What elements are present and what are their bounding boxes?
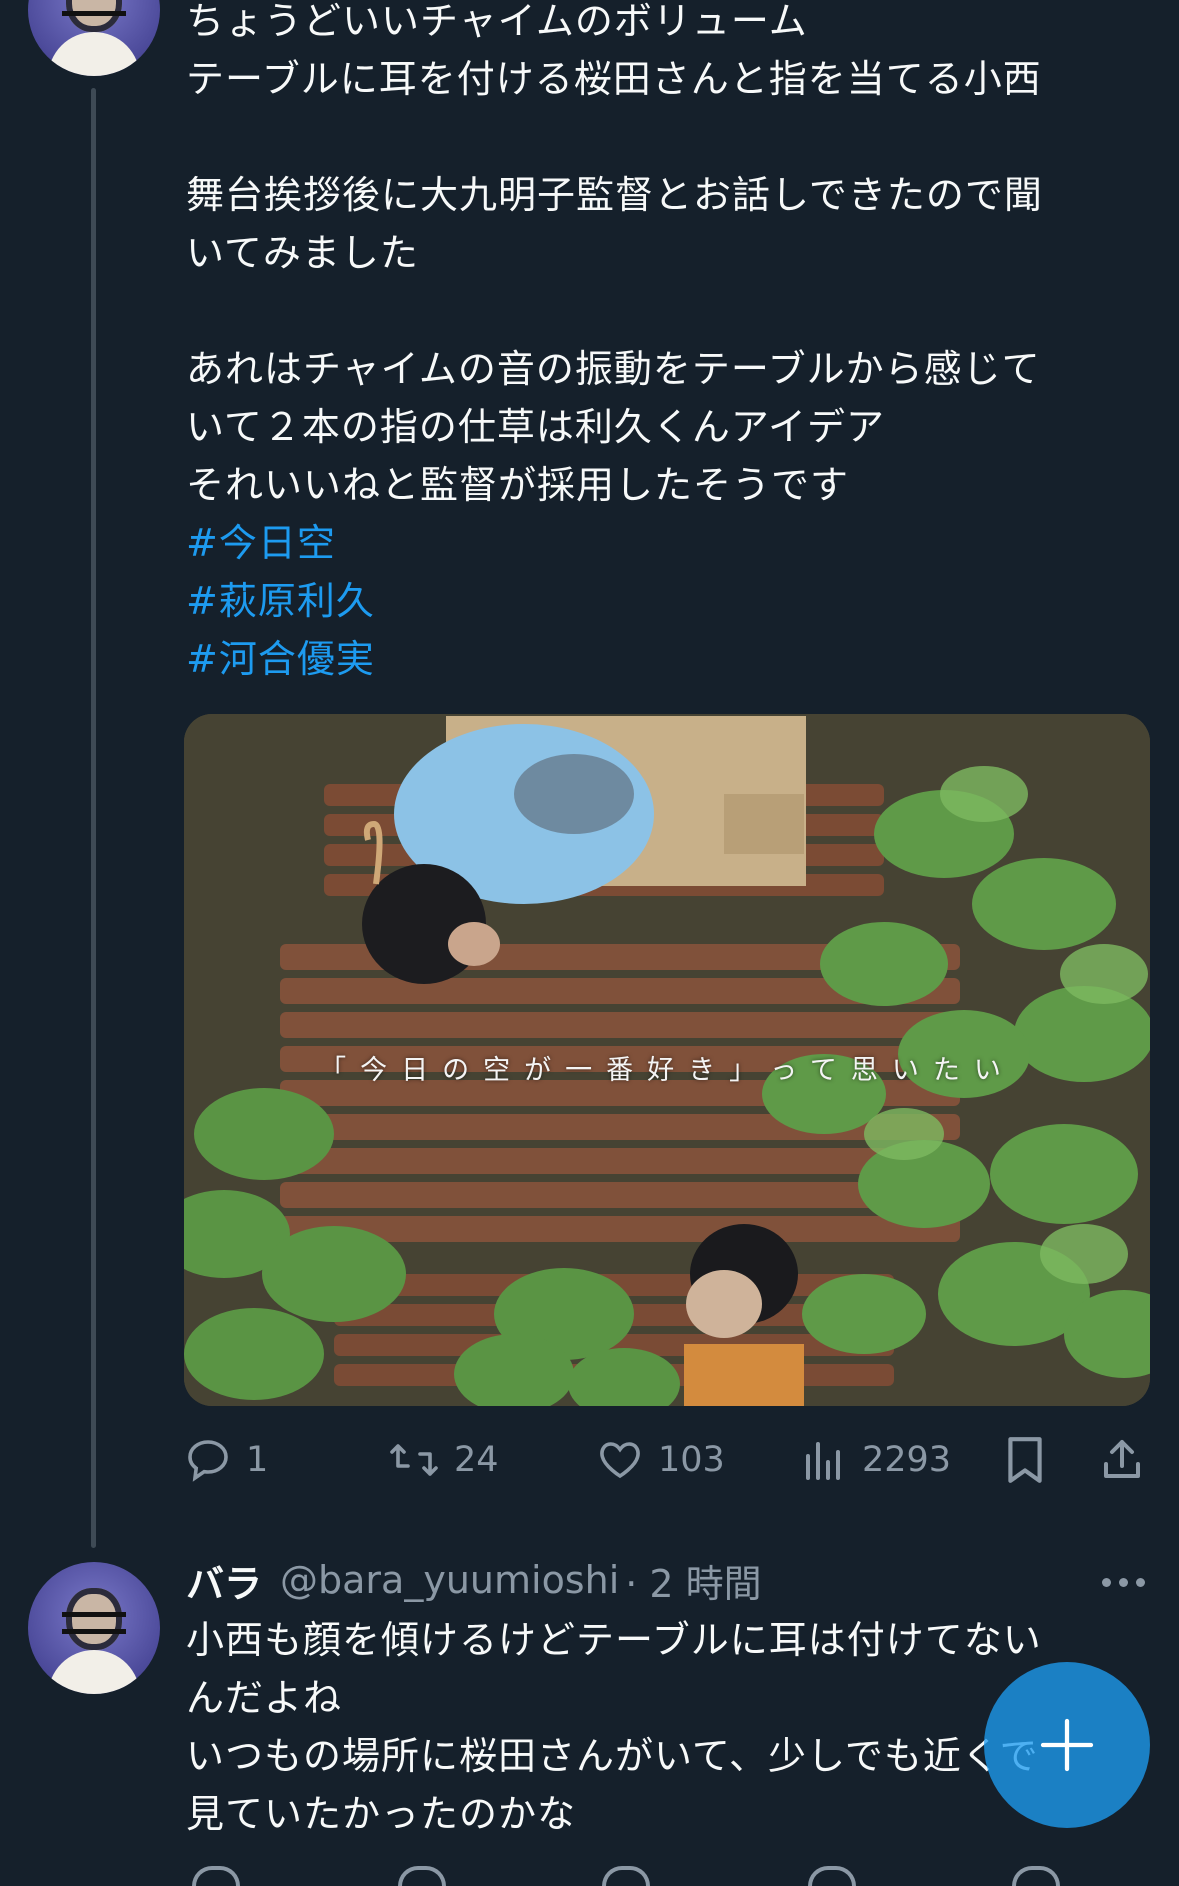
next-tweet-action-bar-partial (184, 1866, 1150, 1886)
tweet-line (186, 108, 1126, 166)
bookmark-button[interactable] (1002, 1434, 1048, 1486)
compose-button[interactable] (984, 1662, 1150, 1828)
tweet-line: いて２本の指の仕草は利久くんアイデア (186, 405, 885, 449)
reply-icon (188, 1440, 228, 1482)
avatar[interactable] (28, 0, 160, 76)
bookmark-icon[interactable] (1012, 1866, 1060, 1886)
views-button[interactable]: 2293 (800, 1434, 951, 1486)
avatar-glasses (62, 1612, 126, 1634)
avatar-shirt (48, 1650, 140, 1694)
tweet-line: ちょうどいいチャイムのボリューム (186, 0, 808, 43)
avatar[interactable] (28, 1562, 160, 1694)
tweet-line: んだよね (186, 1676, 343, 1720)
avatar-shirt (48, 32, 140, 76)
more-dot (1119, 1578, 1128, 1587)
heart-icon[interactable] (602, 1866, 650, 1886)
like-count: 103 (658, 1440, 725, 1480)
reply-icon[interactable] (192, 1866, 240, 1886)
more-dot (1136, 1578, 1145, 1587)
image-caption-text: 「今日の空が一番好き」って思いたい (319, 1055, 1015, 1086)
tweet-line: あれはチャイムの音の振動をテーブルから感じて (186, 347, 1041, 391)
views-chart-icon[interactable] (808, 1866, 856, 1886)
tweet-line (186, 282, 1126, 340)
tweet-line: 小西も顔を傾けるけどテーブルに耳は付けてない (186, 1618, 1042, 1662)
heart-icon (600, 1442, 640, 1479)
bookmark-icon (1008, 1437, 1042, 1483)
retweet-icon (390, 1444, 438, 1476)
reply-button[interactable]: 1 (184, 1434, 268, 1486)
retweet-icon[interactable] (398, 1866, 446, 1886)
more-options-button[interactable] (1102, 1578, 1145, 1587)
like-button[interactable]: 103 (596, 1434, 725, 1486)
user-handle[interactable]: @bara_yuumioshi (280, 1558, 619, 1602)
share-icon (1104, 1440, 1140, 1478)
share-button[interactable] (1098, 1434, 1146, 1486)
tweet-line: 見ていたかったのかな (186, 1792, 577, 1836)
views-count: 2293 (862, 1440, 952, 1480)
tweet-text: ちょうどいいチャイムのボリューム テーブルに耳を付ける桜田さんと指を当てる小西 … (186, 0, 1126, 688)
tweet-header: バラ @bara_yuumioshi · 2 時間 (186, 1552, 762, 1608)
avatar-glasses (62, 0, 126, 16)
hashtag-link[interactable]: #今日空 (186, 514, 1126, 572)
plus-icon (1040, 1718, 1094, 1772)
tweet-timestamp[interactable]: · 2 時間 (625, 1553, 761, 1608)
tweet-line: それいいねと監督が採用したそうです (186, 463, 850, 507)
hashtag-link[interactable]: #河合優実 (186, 630, 1126, 688)
tweet-line: 舞台挨拶後に大九明子監督とお話しできたので聞 (186, 173, 1043, 217)
retweet-button[interactable]: 24 (388, 1434, 499, 1486)
more-dot (1102, 1578, 1111, 1587)
thread-connector-line (91, 88, 96, 1548)
tweet-line: テーブルに耳を付ける桜田さんと指を当てる小西 (186, 57, 1042, 101)
tweet-line: いてみました (186, 231, 419, 275)
display-name[interactable]: バラ (186, 1553, 262, 1608)
reply-count: 1 (246, 1440, 269, 1480)
retweet-count: 24 (454, 1440, 499, 1480)
views-chart-icon (806, 1442, 840, 1480)
tweet-image[interactable]: 「今日の空が一番好き」って思いたい (184, 714, 1150, 1406)
hashtag-link[interactable]: #萩原利久 (186, 572, 1126, 630)
tweet-action-bar: 1 24 103 2293 (184, 1434, 1150, 1486)
